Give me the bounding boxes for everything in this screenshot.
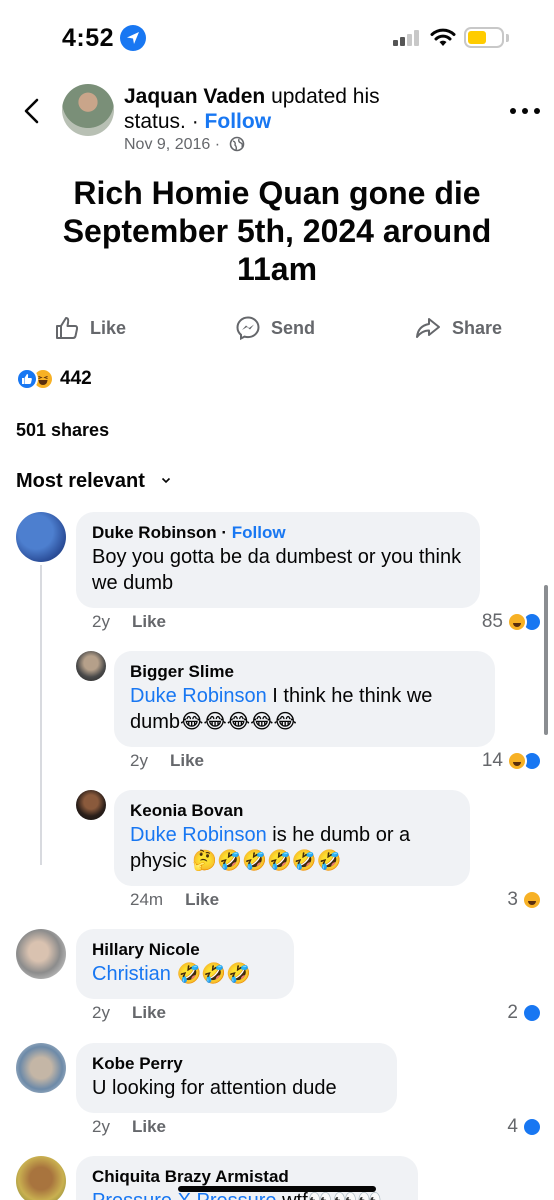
comment-bubble: Keonia Bovan Duke Robinson is he dumb or… <box>114 790 470 886</box>
follow-separator: · <box>185 110 205 133</box>
commenter-name[interactable]: Bigger Slime <box>130 661 479 683</box>
comment-text: U looking for attention dude <box>92 1077 337 1099</box>
comment-like-button[interactable]: Like <box>132 1003 166 1022</box>
comment-reaction-count: 2 <box>507 1002 518 1023</box>
comment: Chiquita Brazy Armistad Pressure X Press… <box>0 1156 554 1200</box>
commenter-name-line: Duke Robinson · Follow <box>92 523 286 542</box>
comment-bubble: Duke Robinson · Follow Boy you gotta be … <box>76 512 480 608</box>
comment-meta: 2y Like <box>92 1003 166 1023</box>
share-arrow-icon <box>416 318 440 338</box>
comment-age[interactable]: 2y <box>92 1117 110 1136</box>
reaction-count: 442 <box>60 368 92 389</box>
mention-link[interactable]: Duke Robinson <box>130 824 267 846</box>
comment-text-line: Christian 🤣🤣🤣 <box>92 961 278 987</box>
post-author-line: Jaquan Vaden updated his status. · Follo… <box>124 84 444 134</box>
share-button[interactable]: Share <box>414 308 502 348</box>
commenter-avatar[interactable] <box>16 1156 66 1200</box>
like-label: Like <box>90 317 127 338</box>
commenter-name[interactable]: Hillary Nicole <box>92 939 278 961</box>
comment-meta: 2y Like <box>92 612 166 632</box>
comment-reactions[interactable]: 85 <box>482 610 542 634</box>
commenter-name[interactable]: Duke Robinson <box>92 523 217 542</box>
comment-meta: 24m Like <box>130 890 219 910</box>
like-reaction-icon <box>522 1117 542 1137</box>
comment-like-button[interactable]: Like <box>132 612 166 631</box>
haha-reaction-icon <box>522 890 542 910</box>
comment-reactions[interactable]: 14 <box>482 749 542 773</box>
haha-reaction-icon <box>507 751 527 771</box>
comment-bubble: Kobe Perry U looking for attention dude <box>76 1043 397 1113</box>
cellular-signal-icon <box>393 30 423 46</box>
comment-age[interactable]: 2y <box>92 612 110 631</box>
messenger-icon <box>236 316 260 341</box>
commenter-avatar[interactable] <box>76 790 106 820</box>
wifi-icon <box>430 27 456 52</box>
thumbs-up-icon <box>56 317 79 339</box>
commenter-avatar[interactable] <box>16 1043 66 1093</box>
like-button[interactable]: Like <box>54 308 126 348</box>
comment-meta: 2y Like <box>130 751 204 771</box>
status-bar: 4:52 <box>0 0 554 76</box>
post-meta: Nov 9, 2016 · <box>124 136 245 154</box>
comment-reactions[interactable]: 4 <box>507 1115 542 1139</box>
follow-button[interactable]: Follow <box>232 523 286 542</box>
post-date[interactable]: Nov 9, 2016 <box>124 136 210 153</box>
comment-text: 🤣🤣🤣 <box>170 963 252 985</box>
send-label: Send <box>271 317 316 338</box>
comment-age[interactable]: 2y <box>130 751 148 770</box>
more-options-button[interactable] <box>510 106 540 116</box>
author-avatar[interactable] <box>62 84 114 136</box>
battery-icon <box>464 27 504 48</box>
like-reaction-icon <box>16 368 38 390</box>
comment-like-button[interactable]: Like <box>185 890 219 909</box>
comment-reaction-count: 85 <box>481 611 503 632</box>
mention-link[interactable]: Duke Robinson <box>130 685 267 707</box>
location-arrow-icon <box>120 25 146 51</box>
battery-cap <box>506 34 509 42</box>
comment-reaction-count: 3 <box>507 889 518 910</box>
scrollbar[interactable] <box>544 585 548 735</box>
send-button[interactable]: Send <box>235 308 315 348</box>
thread-connector <box>40 565 42 865</box>
sort-label: Most relevant <box>16 470 145 492</box>
like-reaction-icon <box>522 1003 542 1023</box>
comment-reactions[interactable]: 3 <box>507 888 542 912</box>
comment-like-button[interactable]: Like <box>170 751 204 770</box>
commenter-name[interactable]: Chiquita Brazy Armistad <box>92 1166 402 1188</box>
globe-icon <box>229 136 244 152</box>
comment-age[interactable]: 2y <box>92 1003 110 1022</box>
comment-reactions[interactable]: 2 <box>507 1001 542 1025</box>
comment-text-line: Duke Robinson is he dumb or a physic 🤔🤣🤣… <box>130 822 454 874</box>
follow-button[interactable]: Follow <box>205 110 272 133</box>
comment-reaction-count: 4 <box>507 1116 518 1137</box>
comment-like-button[interactable]: Like <box>132 1117 166 1136</box>
share-label: Share <box>452 317 503 338</box>
reactions-summary[interactable]: 442 <box>16 366 92 392</box>
commenter-avatar[interactable] <box>16 929 66 979</box>
mention-link[interactable]: Christian <box>92 963 171 985</box>
clock: 4:52 <box>62 24 115 52</box>
comment-text-line: Duke Robinson I think he think we dumb😂😂… <box>130 683 479 735</box>
chevron-down-icon <box>161 477 170 484</box>
comment-sort-dropdown[interactable]: Most relevant <box>16 470 171 493</box>
comment-meta: 2y Like <box>92 1117 166 1137</box>
comment-bubble: Bigger Slime Duke Robinson I think he th… <box>114 651 495 747</box>
commenter-avatar[interactable] <box>16 512 66 562</box>
shares-count[interactable]: 501 shares <box>16 420 109 441</box>
haha-reaction-icon <box>507 612 527 632</box>
comment-text: Boy you gotta be da dumbest or you think… <box>92 546 462 594</box>
comment-bubble: Hillary Nicole Christian 🤣🤣🤣 <box>76 929 294 999</box>
comment-bubble: Chiquita Brazy Armistad Pressure X Press… <box>76 1156 418 1200</box>
author-name[interactable]: Jaquan Vaden <box>124 85 265 108</box>
comment-age[interactable]: 24m <box>130 890 163 909</box>
status-text: Rich Homie Quan gone die September 5th, … <box>62 175 492 287</box>
commenter-name[interactable]: Kobe Perry <box>92 1053 381 1075</box>
comment-reaction-count: 14 <box>481 750 503 771</box>
post-actions: Like Send Share <box>0 308 554 348</box>
commenter-avatar[interactable] <box>76 651 106 681</box>
commenter-name[interactable]: Keonia Bovan <box>130 800 454 822</box>
back-button[interactable] <box>20 96 44 126</box>
meta-separator: · <box>210 136 225 153</box>
home-indicator[interactable] <box>178 1186 376 1192</box>
